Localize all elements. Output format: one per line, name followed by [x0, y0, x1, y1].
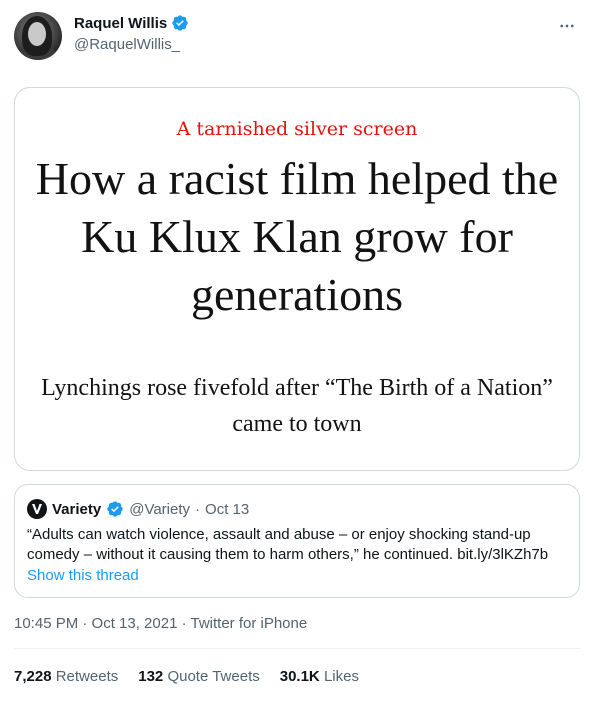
quoted-tweet-text: “Adults can watch violence, assault and …	[27, 526, 549, 563]
show-thread-link[interactable]: Show this thread	[27, 567, 139, 584]
quoted-tweet-header: Variety @Variety · Oct 13	[27, 499, 249, 519]
tweet-timestamp[interactable]: 10:45 PM · Oct 13, 2021 · Twitter for iP…	[14, 615, 307, 632]
author-display-name[interactable]: Raquel Willis	[74, 15, 167, 32]
tweet-header: Raquel Willis @RaquelWillis_	[14, 12, 581, 64]
retweets-count: 7,228	[14, 668, 52, 685]
media-kicker: A tarnished silver screen	[176, 118, 418, 140]
divider	[14, 648, 581, 649]
likes-label: Likes	[323, 668, 359, 685]
tweet-media-image[interactable]: A tarnished silver screen How a racist f…	[14, 87, 580, 471]
avatar[interactable]	[14, 12, 62, 60]
quoted-date: Oct 13	[205, 500, 250, 518]
author-handle[interactable]: @RaquelWillis_	[74, 36, 180, 53]
quote-tweets-count: 132	[138, 668, 164, 685]
verified-badge-icon	[172, 15, 188, 31]
tweet-stats: 7,228 Retweets 132 Quote Tweets 30.1K Li…	[14, 668, 359, 685]
likes-stat[interactable]: 30.1K Likes	[280, 668, 359, 685]
quote-tweets-label: Quote Tweets	[167, 668, 260, 685]
quoted-tweet[interactable]: Variety @Variety · Oct 13 “Adults can wa…	[14, 484, 580, 598]
quoted-author-handle: @Variety	[129, 500, 191, 518]
likes-count: 30.1K	[279, 668, 320, 685]
quoted-separator: ·	[195, 500, 201, 518]
retweets-stat[interactable]: 7,228 Retweets	[14, 668, 118, 685]
author-name-row: Raquel Willis	[74, 14, 189, 32]
media-headline: How a racist film helped the Ku Klux Kla…	[35, 153, 559, 320]
retweets-label: Retweets	[55, 668, 119, 685]
verified-badge-icon	[107, 501, 123, 517]
media-subhead: Lynchings rose fivefold after “The Birth…	[41, 375, 553, 437]
quote-tweets-stat[interactable]: 132 Quote Tweets	[138, 668, 259, 685]
quoted-author-name: Variety	[52, 500, 102, 518]
more-horizontal-icon[interactable]	[555, 14, 579, 38]
variety-logo-icon	[27, 499, 47, 519]
